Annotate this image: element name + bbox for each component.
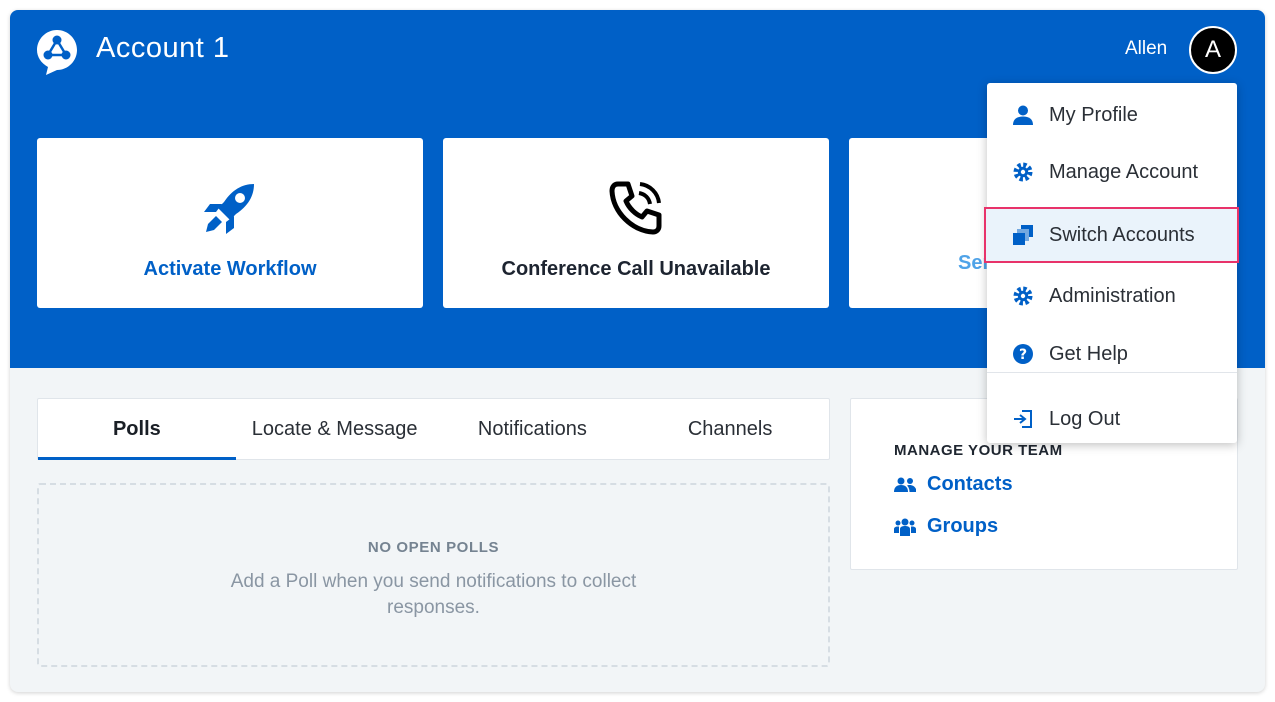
menu-item-label: Switch Accounts [1049, 223, 1195, 246]
groups-label: Groups [927, 515, 999, 537]
menu-item-log-out[interactable]: Log Out [987, 391, 1237, 447]
empty-state-text: Add a Poll when you send notifications t… [230, 571, 637, 618]
tab-polls[interactable]: Polls [38, 399, 236, 460]
empty-state-title: NO OPEN POLLS [367, 539, 500, 556]
menu-divider [987, 372, 1237, 373]
card-label: Activate Workflow [143, 258, 317, 280]
switch-accounts-icon [1012, 224, 1034, 246]
menu-item-label: My Profile [1049, 103, 1138, 126]
menu-item-manage-account[interactable]: Manage Account [987, 144, 1237, 200]
page-title: Account 1 [96, 32, 230, 64]
groups-link[interactable]: Groups [894, 515, 998, 538]
contacts-link[interactable]: Contacts [894, 473, 1013, 496]
menu-item-administration[interactable]: Administration [987, 268, 1237, 324]
person-icon [1012, 104, 1034, 126]
menu-item-label: Administration [1049, 284, 1176, 307]
contacts-label: Contacts [927, 473, 1013, 495]
phone-icon [604, 176, 668, 240]
app-frame: Account 1 Allen A Activate Workflow Conf… [10, 10, 1265, 692]
app-logo-icon[interactable] [36, 28, 78, 76]
menu-item-label: Get Help [1049, 342, 1128, 365]
user-name[interactable]: Allen [1125, 38, 1167, 60]
menu-item-switch-accounts[interactable]: Switch Accounts [984, 207, 1239, 263]
groups-icon [894, 518, 916, 536]
contacts-icon [894, 476, 916, 494]
menu-item-get-help[interactable]: ? Get Help [987, 326, 1237, 382]
polls-empty-state: NO OPEN POLLS Add a Poll when you send n… [37, 483, 830, 667]
tab-notifications[interactable]: Notifications [434, 399, 632, 459]
avatar[interactable]: A [1189, 26, 1237, 74]
help-icon: ? [1012, 343, 1034, 365]
rocket-icon [198, 176, 262, 240]
menu-item-label: Log Out [1049, 407, 1121, 430]
menu-item-my-profile[interactable]: My Profile [987, 87, 1237, 143]
gear-icon [1012, 161, 1034, 183]
logout-icon [1012, 408, 1034, 430]
gear-icon [1012, 285, 1034, 307]
user-dropdown-menu: My Profile Manage Account Switch Account… [984, 83, 1239, 443]
activate-workflow-card[interactable]: Activate Workflow [37, 138, 423, 308]
tab-bar: Polls Locate & Message Notifications Cha… [37, 398, 830, 460]
tab-channels[interactable]: Channels [631, 399, 829, 459]
menu-item-label: Manage Account [1049, 160, 1198, 183]
card-label: Conference Call Unavailable [501, 258, 771, 280]
tab-locate-message[interactable]: Locate & Message [236, 399, 434, 459]
svg-text:?: ? [1019, 347, 1027, 363]
conference-call-card[interactable]: Conference Call Unavailable [443, 138, 829, 308]
